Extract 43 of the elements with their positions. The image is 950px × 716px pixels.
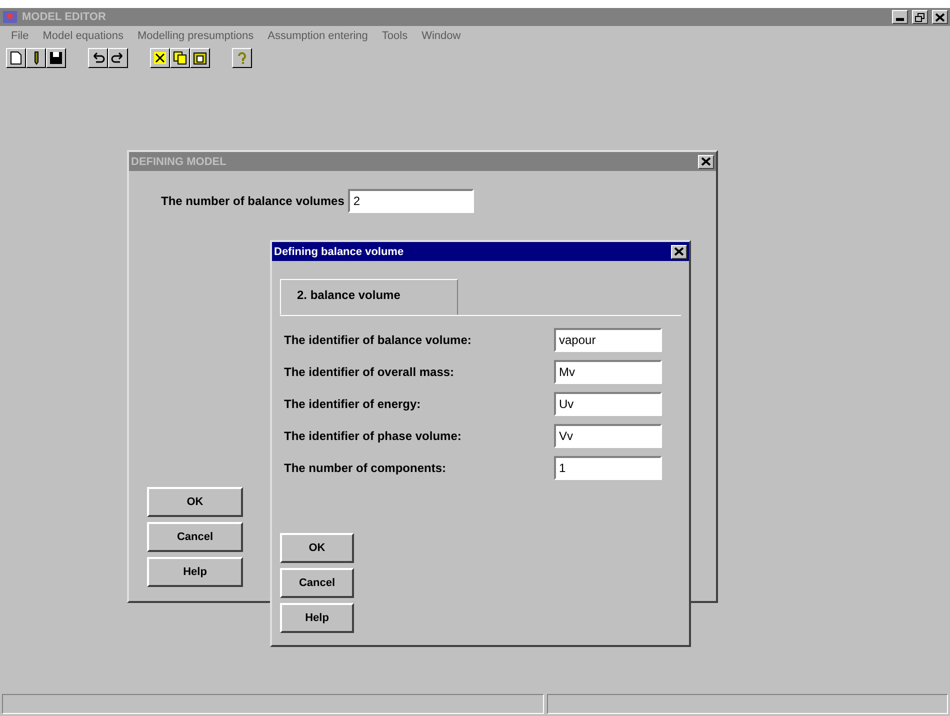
field-label: The identifier of phase volume: (284, 429, 462, 443)
field-label: The identifier of energy: (284, 397, 422, 411)
dialog-button[interactable]: OK (280, 533, 354, 563)
cut-icon[interactable] (150, 48, 170, 68)
input-field[interactable]: vapour (554, 328, 662, 352)
input-field[interactable]: 1 (554, 456, 662, 480)
new-document-icon[interactable] (6, 48, 26, 68)
menu-item[interactable]: Model equations (36, 30, 130, 42)
menu-item[interactable]: Tools (374, 30, 415, 42)
input-field[interactable]: Vv (554, 424, 662, 448)
window-title: DEFINING MODEL (131, 156, 228, 168)
redo-icon[interactable] (108, 48, 128, 68)
field-label: The number of balance volumes (161, 194, 344, 208)
dialog-button[interactable]: Help (147, 557, 243, 587)
pencil-icon[interactable] (26, 48, 46, 68)
menu-item[interactable]: Window (414, 30, 468, 42)
close-button[interactable] (671, 244, 687, 258)
input-field[interactable]: Uv (554, 392, 662, 416)
field-label: The identifier of overall mass: (284, 365, 456, 379)
restore-icon (915, 12, 925, 22)
dialog-button[interactable]: Cancel (280, 568, 354, 598)
close-icon (935, 12, 945, 22)
undo-icon[interactable] (88, 48, 108, 68)
menu-item[interactable]: File (4, 30, 36, 42)
dialog-button[interactable]: OK (147, 487, 243, 517)
input-field[interactable]: 2 (348, 189, 474, 213)
window-title: MODEL EDITOR (22, 11, 107, 23)
paste-icon[interactable] (190, 48, 210, 68)
close-icon (701, 157, 711, 166)
window-title: Defining balance volume (274, 246, 405, 258)
field-label: The number of components: (284, 461, 447, 475)
copy-icon[interactable] (170, 48, 190, 68)
field-label: The identifier of balance volume: (284, 333, 472, 347)
save-icon[interactable] (46, 48, 66, 68)
help-icon[interactable] (232, 48, 252, 68)
close-icon (674, 247, 684, 256)
dialog-button[interactable]: Help (280, 603, 354, 633)
dialog-button[interactable]: Cancel (147, 522, 243, 552)
menu-item[interactable]: Assumption entering (260, 30, 375, 42)
menu-item[interactable]: Modelling presumptions (130, 30, 261, 42)
tab[interactable]: 2. balance volume (280, 279, 458, 315)
app-icon (2, 10, 18, 24)
input-field[interactable]: Mv (554, 360, 662, 384)
